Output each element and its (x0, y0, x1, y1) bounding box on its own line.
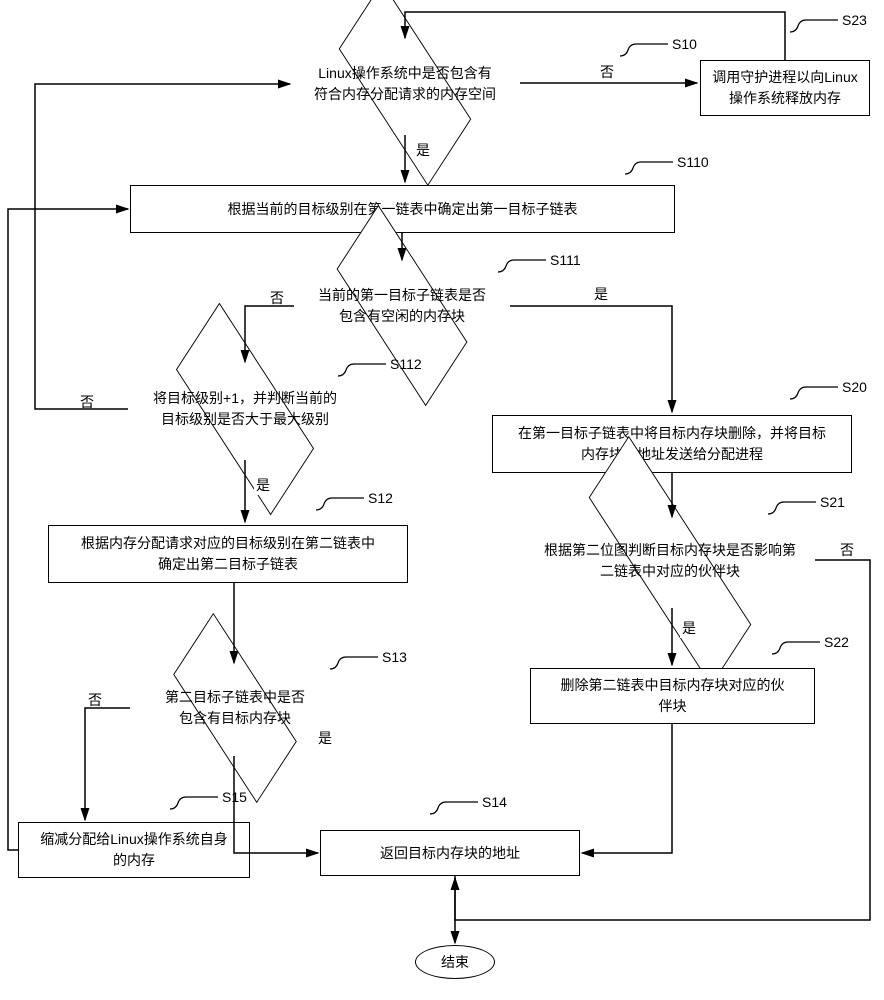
terminator-end-text: 结束 (441, 952, 469, 972)
edge-label-s111-no: 否 (268, 288, 286, 308)
process-s22: 删除第二链表中目标内存块对应的伙伴块 (530, 668, 815, 724)
process-s15: 缩减分配给Linux操作系统自身的内存 (18, 822, 250, 878)
decision-s21: 根据第二位图判断目标内存块是否影响第二链表中对应的伙伴块 (560, 525, 780, 597)
edge-label-s13-yes: 是 (316, 728, 334, 748)
decision-s13-text: 第二目标子链表中是否包含有目标内存块 (130, 687, 340, 729)
step-label-s111: S111 (498, 258, 548, 279)
process-s20-text: 在第一目标子链表中将目标内存块删除，并将目标内存块的地址发送给分配进程 (518, 423, 826, 465)
decision-s10-text: Linux操作系统中是否包含有符合内存分配请求的内存空间 (293, 63, 517, 105)
process-s110: 根据当前的目标级别在第一链表中确定出第一目标子链表 (130, 185, 675, 233)
step-label-s10: S10 (620, 42, 670, 63)
decision-s112: 将目标级别+1，并判断当前的目标级别是否大于最大级别 (160, 370, 330, 448)
edge-label-s112-yes: 是 (254, 475, 272, 495)
process-s23-text: 调用守护进程以向Linux操作系统释放内存 (712, 67, 857, 109)
edge-label-s21-yes: 是 (680, 618, 698, 638)
process-s12-text: 根据内存分配请求对应的目标级别在第二链表中确定出第二目标子链表 (81, 533, 375, 575)
edge-label-s112-no: 否 (78, 392, 96, 412)
step-label-s14: S14 (430, 800, 480, 821)
step-label-s13: S13 (330, 655, 380, 676)
decision-s13: 第二目标子链表中是否包含有目标内存块 (160, 672, 310, 744)
process-s20: 在第一目标子链表中将目标内存块删除，并将目标内存块的地址发送给分配进程 (492, 415, 852, 473)
edge-label-s13-no: 否 (86, 690, 104, 710)
edge-label-s111-yes: 是 (592, 284, 610, 304)
decision-s111-text: 当前的第一目标子链表是否包含有空闲的内存块 (290, 285, 514, 327)
edge-label-s10-yes: 是 (414, 140, 432, 160)
decision-s10: Linux操作系统中是否包含有符合内存分配请求的内存空间 (325, 45, 485, 123)
decision-s112-text: 将目标级别+1，并判断当前的目标级别是否大于最大级别 (126, 388, 364, 430)
process-s110-text: 根据当前的目标级别在第一链表中确定出第一目标子链表 (228, 199, 578, 220)
edge-label-s21-no: 否 (838, 540, 856, 560)
step-label-s110: S110 (625, 160, 675, 181)
step-label-s112: S112 (338, 362, 388, 383)
process-s22-text: 删除第二链表中目标内存块对应的伙伴块 (561, 675, 785, 717)
step-label-s12: S12 (316, 496, 366, 517)
process-s14: 返回目标内存块的地址 (320, 830, 580, 876)
edge-label-s10-no: 否 (598, 62, 616, 82)
step-label-s20: S20 (790, 385, 840, 406)
step-label-s22: S22 (772, 640, 822, 661)
process-s23: 调用守护进程以向Linux操作系统释放内存 (700, 60, 870, 116)
step-label-s15: S15 (170, 795, 220, 816)
terminator-end: 结束 (415, 945, 495, 979)
process-s15-text: 缩减分配给Linux操作系统自身的内存 (40, 829, 227, 871)
process-s14-text: 返回目标内存块的地址 (380, 843, 520, 864)
decision-s21-text: 根据第二位图判断目标内存块是否影响第二链表中对应的伙伴块 (516, 540, 824, 582)
step-label-s21: S21 (768, 500, 818, 521)
decision-s111: 当前的第一目标子链表是否包含有空闲的内存块 (322, 268, 482, 343)
step-label-s23: S23 (790, 18, 840, 39)
process-s12: 根据内存分配请求对应的目标级别在第二链表中确定出第二目标子链表 (48, 525, 408, 583)
